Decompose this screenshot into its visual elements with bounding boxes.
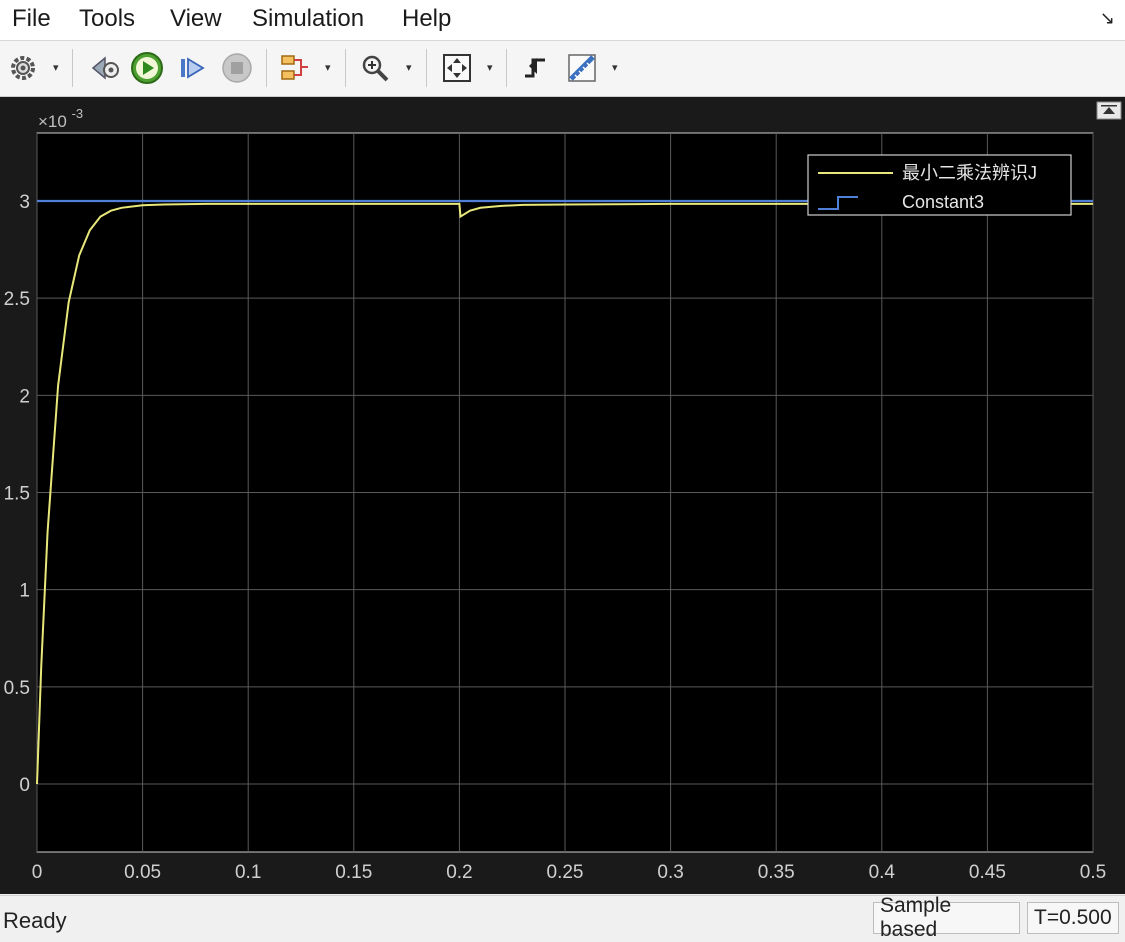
gear-dropdown-icon[interactable]: ▾ <box>53 61 59 74</box>
menu-simulation[interactable]: Simulation <box>252 5 364 33</box>
run-icon[interactable] <box>130 51 164 85</box>
highlight-icon[interactable] <box>278 51 312 85</box>
cursor-measure-icon[interactable] <box>565 51 599 85</box>
x-tick-label: 0.25 <box>547 862 584 883</box>
toolbar-separator <box>72 49 73 87</box>
scope-display: 0 0.05 0.1 0.15 0.2 0.25 0.3 0.35 0.4 0.45 0.5 0 0.5… <box>0 97 1125 894</box>
x-tick-label: 0.4 <box>869 862 896 883</box>
x-tick-label: 0.15 <box>335 862 372 883</box>
x-tick-label: 0.45 <box>969 862 1006 883</box>
x-tick-label: 0.2 <box>446 862 472 883</box>
legend-label-constant3: Constant3 <box>902 192 984 212</box>
y-tick-label: 2 <box>19 386 30 407</box>
legend-label-identified-j: 最小二乘法辨识J <box>902 163 1037 183</box>
status-text: Ready <box>3 908 67 933</box>
legend-box[interactable]: 最小二乘法辨识J Constant3 <box>807 154 1072 216</box>
autoscale-icon[interactable] <box>440 51 474 85</box>
sample-mode-indicator: Sample based <box>873 894 1020 941</box>
x-tick-label: 0.05 <box>124 862 161 883</box>
toolbar-separator <box>345 49 346 87</box>
zoom-icon[interactable] <box>358 51 392 85</box>
x-tick-label: 0.1 <box>235 862 261 883</box>
gear-icon[interactable] <box>6 51 40 85</box>
measure-dropdown-icon[interactable]: ▾ <box>612 61 618 74</box>
x-tick-label: 0 <box>32 862 43 883</box>
toolbar-separator <box>266 49 267 87</box>
menu-file[interactable]: File <box>12 5 51 33</box>
toolbar: ▾ ▾ ▾ ▾ ▾ <box>0 41 1125 97</box>
y-tick-label: 0 <box>19 775 30 796</box>
x-tick-label: 0.3 <box>657 862 683 883</box>
restore-icon[interactable] <box>1096 101 1122 120</box>
zoom-dropdown-icon[interactable]: ▾ <box>406 61 412 74</box>
autoscale-dropdown-icon[interactable]: ▾ <box>487 61 493 74</box>
undock-arrow-icon[interactable]: ↘ <box>1100 8 1115 29</box>
toolbar-separator <box>506 49 507 87</box>
menu-tools[interactable]: Tools <box>79 5 135 33</box>
simulation-time-indicator: T=0.500 <box>1027 902 1119 934</box>
menu-bar: File Tools View Simulation Help ↘ <box>0 0 1125 41</box>
y-tick-label: 0.5 <box>4 678 30 699</box>
y-tick-label: 1.5 <box>4 484 30 505</box>
status-bar: Ready Sample based T=0.500 <box>0 894 1125 941</box>
triggers-icon[interactable] <box>518 51 552 85</box>
step-forward-icon[interactable] <box>175 51 209 85</box>
scope-plot: 0 0.05 0.1 0.15 0.2 0.25 0.3 0.35 0.4 0.45 0.5 0 0.5… <box>4 101 1122 883</box>
stop-icon[interactable] <box>220 51 254 85</box>
y-tick-label: 3 <box>19 192 30 213</box>
x-tick-label: 0.35 <box>758 862 795 883</box>
menu-help[interactable]: Help <box>402 5 451 33</box>
step-back-icon[interactable] <box>88 51 122 85</box>
menu-view[interactable]: View <box>170 5 222 33</box>
y-tick-label: 2.5 <box>4 289 30 310</box>
toolbar-separator <box>426 49 427 87</box>
x-tick-label: 0.5 <box>1080 862 1106 883</box>
y-tick-label: 1 <box>19 581 30 602</box>
y-exponent-label: ×10 -3 <box>38 106 83 131</box>
highlight-dropdown-icon[interactable]: ▾ <box>325 61 331 74</box>
